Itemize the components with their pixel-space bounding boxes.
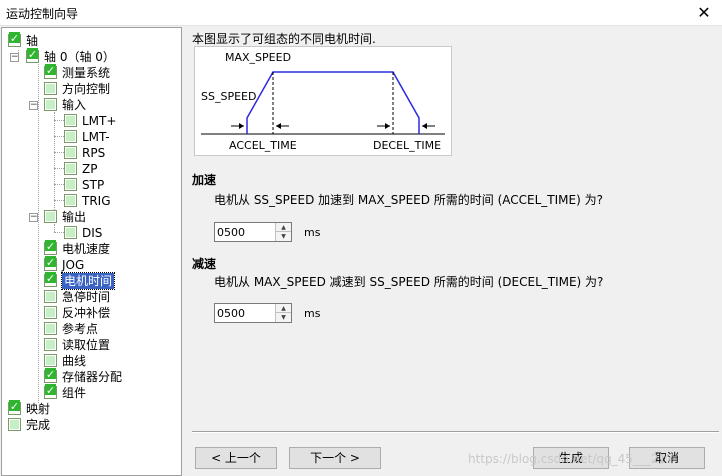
checkbox-icon[interactable] xyxy=(44,240,57,255)
checkbox-icon[interactable] xyxy=(64,178,77,191)
spin-down-icon[interactable]: ▼ xyxy=(276,313,291,322)
checkbox-icon[interactable] xyxy=(64,194,77,207)
decel-time-stepper[interactable]: ▲ ▼ xyxy=(214,303,292,323)
accel-time-stepper[interactable]: ▲ ▼ xyxy=(214,222,292,242)
checkbox-icon[interactable] xyxy=(44,354,57,367)
tree-line xyxy=(54,152,64,153)
checkbox-icon[interactable] xyxy=(44,98,57,111)
tree-line xyxy=(54,168,64,169)
checkbox-icon[interactable] xyxy=(44,306,57,319)
collapse-icon[interactable]: − xyxy=(10,53,19,62)
collapse-icon[interactable]: − xyxy=(29,213,38,222)
accel-time-input[interactable] xyxy=(217,225,275,239)
motor-time-diagram: MAX_SPEED SS_SPEED ACCEL_TIME DECEL_TIME xyxy=(194,46,452,156)
wizard-tree: 轴 − 轴 0（轴 0） 测量系统 方向控制 − 输入 LMT+ LMT- RP… xyxy=(1,27,182,476)
description-text: 本图显示了可组态的不同电机时间. xyxy=(192,32,376,46)
spin-up-icon[interactable]: ▲ xyxy=(276,223,291,232)
arrow-head xyxy=(422,123,427,129)
arrow-head xyxy=(239,123,244,129)
checkbox-icon[interactable] xyxy=(44,290,57,303)
spin-arrows[interactable]: ▲ ▼ xyxy=(275,304,291,322)
checkbox-icon[interactable] xyxy=(64,130,77,143)
close-icon[interactable]: ✕ xyxy=(694,3,714,23)
tree-line xyxy=(54,224,55,232)
button-separator xyxy=(192,431,719,433)
accel-title: 加速 xyxy=(192,173,217,187)
checkbox-icon[interactable] xyxy=(26,48,39,63)
checkbox-icon[interactable] xyxy=(64,146,77,159)
checkbox-icon[interactable] xyxy=(8,32,21,47)
decel-unit: ms xyxy=(304,307,321,320)
tree-line xyxy=(54,200,64,201)
title-bar: 运动控制向导 ✕ xyxy=(0,0,722,26)
arrow-head xyxy=(385,123,390,129)
spin-arrows[interactable]: ▲ ▼ xyxy=(275,223,291,241)
next-button[interactable]: 下一个 > xyxy=(289,447,381,469)
tree-line xyxy=(54,136,64,137)
prev-button[interactable]: < 上一个 xyxy=(195,447,277,469)
arrow-head xyxy=(276,123,281,129)
tree-line xyxy=(54,232,64,233)
checkbox-icon[interactable] xyxy=(44,64,57,79)
checkbox-icon[interactable] xyxy=(44,82,57,95)
tree-line xyxy=(54,120,64,121)
collapse-icon[interactable]: − xyxy=(29,101,38,110)
tree-line xyxy=(38,64,39,403)
spin-down-icon[interactable]: ▼ xyxy=(276,232,291,241)
decel-title: 减速 xyxy=(192,257,217,271)
checkbox-icon[interactable] xyxy=(44,322,57,335)
checkbox-icon[interactable] xyxy=(44,338,57,351)
checkbox-icon[interactable] xyxy=(44,272,57,287)
max-speed-label: MAX_SPEED xyxy=(225,51,291,64)
decel-time-input[interactable] xyxy=(217,306,275,320)
spin-up-icon[interactable]: ▲ xyxy=(276,304,291,313)
checkbox-icon[interactable] xyxy=(64,226,77,239)
accel-question: 电机从 SS_SPEED 加速到 MAX_SPEED 所需的时间 (ACCEL_… xyxy=(214,193,603,207)
content-panel: 本图显示了可组态的不同电机时间. MAX_SPEED SS_SPEED ACCE… xyxy=(183,27,722,476)
checkbox-icon[interactable] xyxy=(8,418,21,431)
decel-time-label: DECEL_TIME xyxy=(373,139,441,152)
watermark: https://blog.csdn.net/qq_45___217 xyxy=(468,452,674,466)
checkbox-icon[interactable] xyxy=(64,114,77,127)
accel-time-label: ACCEL_TIME xyxy=(229,139,297,152)
decel-question: 电机从 MAX_SPEED 减速到 SS_SPEED 所需的时间 (DECEL_… xyxy=(214,275,604,289)
checkbox-icon[interactable] xyxy=(8,400,21,415)
speed-profile-graph: MAX_SPEED SS_SPEED ACCEL_TIME DECEL_TIME xyxy=(201,51,445,152)
checkbox-icon[interactable] xyxy=(64,162,77,175)
checkbox-icon[interactable] xyxy=(44,210,57,223)
window-title: 运动控制向导 xyxy=(6,7,79,21)
checkbox-icon[interactable] xyxy=(44,368,57,383)
tree-line xyxy=(54,112,55,212)
checkbox-icon[interactable] xyxy=(44,384,57,399)
tree-line xyxy=(54,184,64,185)
ss-speed-label: SS_SPEED xyxy=(201,90,256,103)
accel-unit: ms xyxy=(304,226,321,239)
checkbox-icon[interactable] xyxy=(44,256,57,271)
